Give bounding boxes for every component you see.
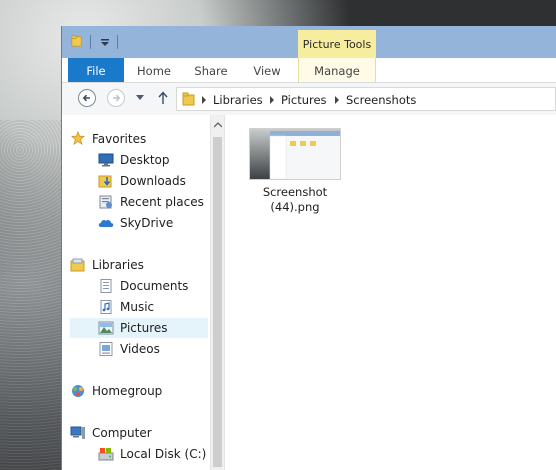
folder-icon[interactable] <box>70 35 84 47</box>
local-disk-icon <box>98 448 114 461</box>
nav-music[interactable]: Music <box>98 297 208 317</box>
forward-arrow-icon <box>113 94 121 102</box>
computer-icon <box>70 426 85 439</box>
navigation-pane: Favorites Desktop Downloads Recent place… <box>62 115 210 470</box>
tab-file[interactable]: File <box>68 58 124 82</box>
recent-locations-dropdown-icon[interactable] <box>136 95 144 101</box>
nav-recent-places[interactable]: Recent places <box>98 192 208 212</box>
ribbon-tabs: File Home Share View Manage <box>62 58 556 83</box>
nav-videos[interactable]: Videos <box>98 339 208 359</box>
nav-libraries[interactable]: Libraries <box>70 255 208 275</box>
desktop-icon <box>98 153 114 167</box>
title-bar: Picture Tools <box>62 26 556 58</box>
file-explorer-window: Picture Tools File Home Share View Manag… <box>62 26 556 470</box>
breadcrumb-pictures[interactable]: Pictures <box>281 93 327 107</box>
content-area: Favorites Desktop Downloads Recent place… <box>62 115 556 470</box>
nav-homegroup[interactable]: Homegroup <box>70 381 208 401</box>
nav-pictures[interactable]: Pictures <box>70 318 208 338</box>
file-thumbnail[interactable] <box>249 128 341 180</box>
nav-skydrive[interactable]: SkyDrive <box>98 213 208 233</box>
address-bar[interactable]: Libraries Pictures Screenshots <box>176 87 556 111</box>
file-item[interactable]: Screenshot (44).png <box>225 115 365 225</box>
tab-home[interactable]: Home <box>130 58 178 82</box>
tab-share[interactable]: Share <box>186 58 236 82</box>
music-icon <box>100 300 112 314</box>
nav-documents[interactable]: Documents <box>98 276 208 296</box>
recent-places-icon <box>99 195 112 209</box>
nav-desktop[interactable]: Desktop <box>98 150 208 170</box>
nav-computer[interactable]: Computer <box>70 423 208 443</box>
nav-favorites[interactable]: Favorites <box>70 129 208 149</box>
tab-manage[interactable]: Manage <box>298 58 376 82</box>
address-row: Libraries Pictures Screenshots <box>62 83 556 115</box>
back-button[interactable] <box>78 89 96 107</box>
breadcrumb-screenshots[interactable]: Screenshots <box>346 93 416 107</box>
chevron-right-icon[interactable] <box>334 96 340 104</box>
pictures-icon <box>98 321 114 335</box>
nav-local-disk-c[interactable]: Local Disk (C:) <box>98 444 208 464</box>
skydrive-cloud-icon <box>98 219 114 227</box>
downloads-folder-icon <box>98 175 112 188</box>
library-folder-icon <box>182 92 195 106</box>
tab-view[interactable]: View <box>244 58 290 82</box>
libraries-icon <box>70 258 85 272</box>
nav-downloads[interactable]: Downloads <box>98 171 208 191</box>
customize-quick-access-icon[interactable] <box>100 38 110 48</box>
navigation-scrollbar[interactable] <box>210 115 225 470</box>
homegroup-icon <box>72 385 84 397</box>
chevron-right-icon[interactable] <box>201 96 207 104</box>
up-arrow-icon[interactable] <box>157 91 169 105</box>
file-name[interactable]: Screenshot (44).png <box>239 185 351 215</box>
chevron-right-icon[interactable] <box>269 96 275 104</box>
videos-icon <box>99 342 113 356</box>
forward-button[interactable] <box>107 89 125 107</box>
picture-tools-contextual-label: Picture Tools <box>298 30 376 58</box>
documents-icon <box>100 279 112 293</box>
scroll-up-arrow-icon[interactable] <box>214 122 222 128</box>
file-list-pane: Screenshot (44).png <box>225 115 556 470</box>
screenshot-thumbnail-image <box>250 129 340 179</box>
scrollbar-thumb[interactable] <box>213 137 222 467</box>
back-arrow-icon <box>82 94 90 102</box>
breadcrumb-libraries[interactable]: Libraries <box>213 93 263 107</box>
star-icon <box>70 131 86 145</box>
